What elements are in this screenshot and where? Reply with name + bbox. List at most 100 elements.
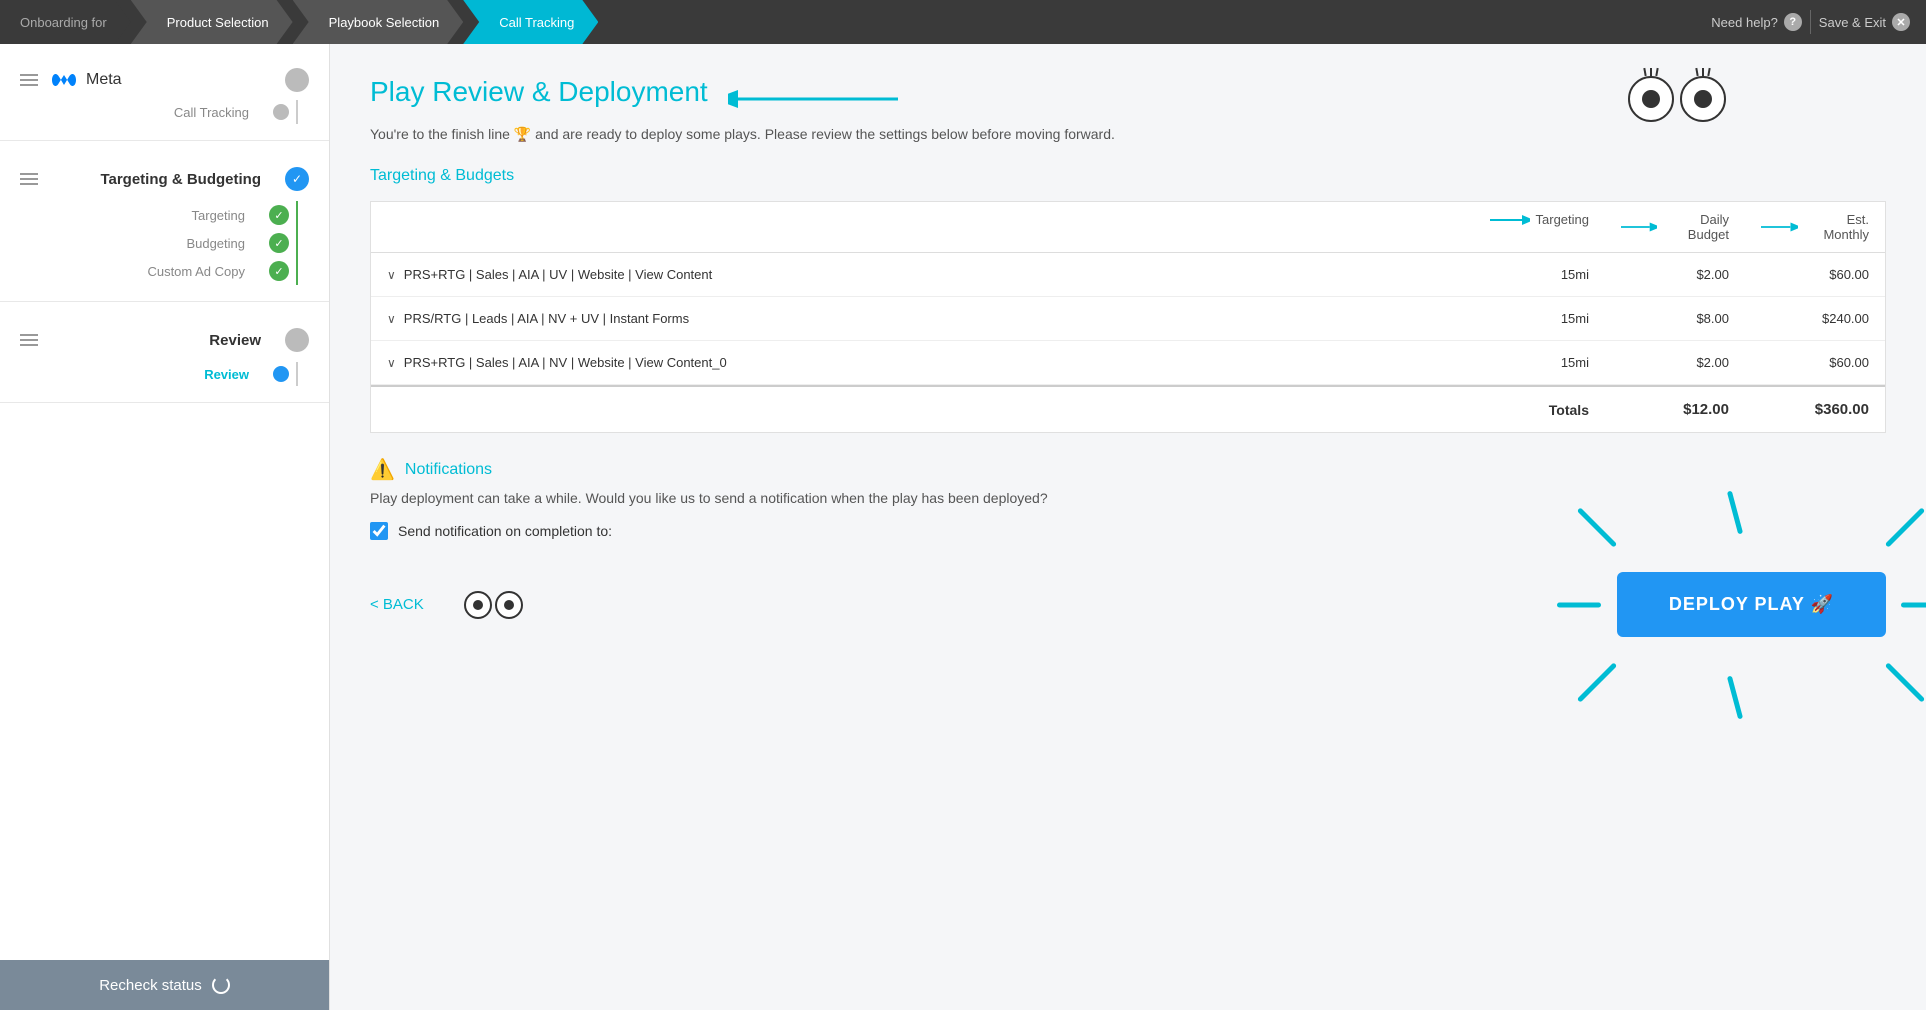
- page-title: Play Review & Deployment: [370, 76, 708, 108]
- expand-btn-0[interactable]: ∨: [387, 268, 396, 282]
- back-link[interactable]: < BACK: [370, 596, 424, 613]
- notifications-title: Notifications: [405, 461, 492, 479]
- totals-daily: $12.00: [1589, 401, 1729, 418]
- targeting-section-header: Targeting & Budgeting ✓: [0, 157, 329, 201]
- save-exit-button[interactable]: Save & Exit ✕: [1819, 13, 1910, 31]
- meta-logo-icon: [50, 71, 78, 89]
- targeting-section-title: Targeting & Budgets: [370, 167, 1886, 185]
- call-tracking-label: Call Tracking: [20, 105, 261, 120]
- row-daily-1: $8.00: [1589, 311, 1729, 326]
- eye-left-small: [464, 591, 492, 619]
- nav-step-label: Playbook Selection: [329, 15, 440, 30]
- send-notification-checkbox[interactable]: [370, 522, 388, 540]
- meta-label: Meta: [86, 71, 122, 89]
- notifications-text: Play deployment can take a while. Would …: [370, 490, 1886, 506]
- bottom-area: < BACK: [370, 572, 1886, 637]
- nav-step-playbook: Playbook Selection: [293, 0, 464, 44]
- main-layout: Meta Call Tracking Targeting & Budge: [0, 44, 1926, 1010]
- nav-step-label: Onboarding for: [20, 15, 107, 30]
- sidebar-custom-ad-item: Custom Ad Copy ✓: [0, 257, 309, 285]
- deploy-play-button[interactable]: DEPLOY PLAY 🚀: [1617, 572, 1886, 637]
- budget-table: Targeting Daily Budget: [370, 201, 1886, 433]
- totals-monthly: $360.00: [1729, 401, 1869, 418]
- daily-col-header: Daily Budget: [1621, 212, 1729, 242]
- help-icon: ?: [1784, 13, 1802, 31]
- eyes-decoration-bottom: [464, 591, 523, 619]
- col-hdr-targeting: Targeting: [1465, 212, 1605, 242]
- review-status-dot: [285, 328, 309, 352]
- daily-arrow-icon: [1621, 220, 1657, 234]
- main-content: Play Review & Deployment You're to the f…: [330, 44, 1926, 1010]
- custom-ad-copy-label: Custom Ad Copy: [20, 264, 257, 279]
- custom-ad-status: ✓: [269, 261, 289, 281]
- need-help-button[interactable]: Need help? ?: [1711, 13, 1802, 31]
- nav-step-onboarding: Onboarding for: [0, 0, 131, 44]
- row-label-1: PRS/RTG | Leads | AIA | NV + UV | Instan…: [404, 311, 689, 326]
- warning-icon: ⚠️: [370, 457, 395, 482]
- row-name-1: ∨ PRS/RTG | Leads | AIA | NV + UV | Inst…: [387, 311, 1449, 326]
- review-sub-label: Review: [20, 367, 261, 382]
- deploy-area: DEPLOY PLAY 🚀: [1617, 572, 1886, 637]
- targeting-sub-status: ✓: [269, 205, 289, 225]
- row-label-0: PRS+RTG | Sales | AIA | UV | Website | V…: [404, 267, 712, 282]
- burst-line-tr: [1885, 507, 1925, 547]
- table-row-0: ∨ PRS+RTG | Sales | AIA | UV | Website |…: [371, 253, 1885, 297]
- monthly-col-header: Est. Monthly: [1761, 212, 1869, 242]
- eye-right-small: [495, 591, 523, 619]
- nav-step-label: Call Tracking: [499, 15, 574, 30]
- targeting-sub-label: Targeting: [20, 208, 257, 223]
- send-notification-label: Send notification on completion to:: [398, 523, 612, 539]
- nav-divider: [1810, 10, 1811, 34]
- close-icon: ✕: [1892, 13, 1910, 31]
- totals-row: Totals $12.00 $360.00: [371, 385, 1885, 432]
- eyes-decoration-top: [1628, 76, 1726, 122]
- review-hamburger-icon[interactable]: [20, 334, 38, 346]
- hamburger-icon[interactable]: [20, 74, 38, 86]
- meta-status-dot: [285, 68, 309, 92]
- burst-line-bc: [1727, 675, 1743, 719]
- review-sub-status: [273, 366, 289, 382]
- meta-logo-area: Meta: [50, 71, 273, 89]
- table-row-2: ∨ PRS+RTG | Sales | AIA | NV | Website |…: [371, 341, 1885, 385]
- expand-btn-1[interactable]: ∨: [387, 312, 396, 326]
- targeting-hamburger-icon[interactable]: [20, 173, 38, 185]
- col-hdr-daily: Daily Budget: [1605, 212, 1745, 242]
- burst-line-bl: [1577, 662, 1617, 702]
- sidebar: Meta Call Tracking Targeting & Budge: [0, 44, 330, 1010]
- nav-step-label: Product Selection: [167, 15, 269, 30]
- monthly-arrow-icon: [1761, 220, 1798, 234]
- eye-left-big: [1628, 76, 1674, 122]
- sidebar-meta-header: Meta: [0, 60, 329, 100]
- row-name-2: ∨ PRS+RTG | Sales | AIA | NV | Website |…: [387, 355, 1449, 370]
- row-targeting-1: 15mi: [1449, 311, 1589, 326]
- budgeting-sub-label: Budgeting: [20, 236, 257, 251]
- nav-step-calltracking: Call Tracking: [463, 0, 598, 44]
- eye-right-big: [1680, 76, 1726, 122]
- row-targeting-0: 15mi: [1449, 267, 1589, 282]
- expand-btn-2[interactable]: ∨: [387, 356, 396, 370]
- row-daily-0: $2.00: [1589, 267, 1729, 282]
- sidebar-targeting-item: Targeting ✓: [0, 201, 309, 229]
- row-name-0: ∨ PRS+RTG | Sales | AIA | UV | Website |…: [387, 267, 1449, 282]
- col-hdr-name: [371, 212, 1465, 242]
- sidebar-call-tracking-item: Call Tracking: [0, 100, 309, 124]
- notification-checkbox-row: Send notification on completion to:: [370, 522, 1886, 540]
- notifications-header: ⚠️ Notifications: [370, 457, 1886, 482]
- teal-arrow-icon: [728, 84, 908, 114]
- col-headers-row: Targeting Daily Budget: [371, 202, 1885, 253]
- burst-line-br: [1885, 662, 1925, 702]
- sidebar-meta-section: Meta Call Tracking: [0, 44, 329, 141]
- recheck-label: Recheck status: [99, 977, 202, 994]
- review-title: Review: [50, 332, 273, 349]
- table-row-1: ∨ PRS/RTG | Leads | AIA | NV + UV | Inst…: [371, 297, 1885, 341]
- call-tracking-status: [273, 104, 289, 120]
- row-monthly-2: $60.00: [1729, 355, 1869, 370]
- nav-right-actions: Need help? ? Save & Exit ✕: [1711, 0, 1926, 44]
- recheck-status-button[interactable]: Recheck status: [0, 960, 329, 1010]
- sidebar-targeting-section: Targeting & Budgeting ✓ Targeting ✓ Budg…: [0, 141, 329, 302]
- top-nav: Onboarding for Product Selection Playboo…: [0, 0, 1926, 44]
- notifications-section: ⚠️ Notifications Play deployment can tak…: [370, 457, 1886, 540]
- col-hdr-monthly: Est. Monthly: [1745, 212, 1885, 242]
- targeting-budgeting-title: Targeting & Budgeting: [50, 171, 273, 188]
- sidebar-review-sub-item: Review: [0, 362, 309, 386]
